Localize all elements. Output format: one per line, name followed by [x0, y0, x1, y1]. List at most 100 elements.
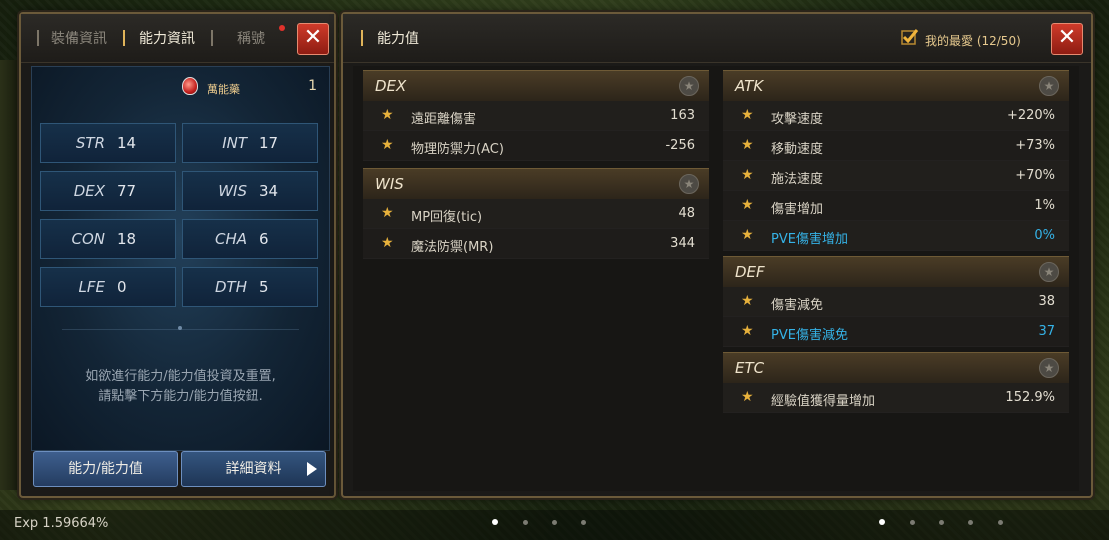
favorite-star-icon[interactable]: ★: [741, 227, 754, 243]
reset-hint: 如欲進行能力/能力值投資及重置, 請點擊下方能力/能力值按鈕.: [32, 367, 329, 407]
row-value: +70%: [1015, 168, 1055, 183]
favorites-checkbox-icon[interactable]: [901, 28, 919, 46]
row-value: 1%: [1034, 198, 1055, 213]
stat-value: 17: [259, 134, 279, 152]
row-value: 48: [678, 206, 695, 221]
group-title: ATK: [735, 77, 764, 95]
row-label: 傷害增加: [771, 202, 824, 217]
favorite-star-icon[interactable]: ★: [741, 389, 754, 405]
stat-row: ★ MP回復(tic) 48: [363, 199, 709, 229]
ability-info-panel: 裝備資訊 能力資訊 稱號 ✕ 萬能藥 1 STR 14 INT 17 DEX 7…: [19, 12, 336, 498]
row-label: 移動速度: [771, 142, 824, 157]
favorites-label[interactable]: 我的最愛 (12/50): [925, 32, 1021, 49]
stat-name: CON: [71, 230, 105, 248]
details-button[interactable]: 詳細資料: [181, 451, 326, 487]
favorite-star-icon[interactable]: ★: [1039, 262, 1059, 282]
stat-value: 0: [117, 278, 127, 296]
favorite-star-icon[interactable]: ★: [1039, 358, 1059, 378]
stat-name: LFE: [78, 278, 105, 296]
group-header: DEF ★: [723, 256, 1069, 287]
stat-con: CON 18: [40, 219, 176, 259]
stat-value: 6: [259, 230, 269, 248]
ability-points-button[interactable]: 能力/能力值: [33, 451, 178, 487]
favorite-star-icon[interactable]: ★: [741, 137, 754, 153]
row-value: 38: [1038, 294, 1055, 309]
favorite-star-icon[interactable]: ★: [741, 293, 754, 309]
side-edge: [0, 60, 18, 490]
favorite-star-icon[interactable]: ★: [381, 205, 394, 221]
group-title: WIS: [375, 175, 404, 193]
favorite-star-icon[interactable]: ★: [741, 323, 754, 339]
row-value: +220%: [1006, 108, 1055, 123]
group-dex: DEX ★ ★ 遠距離傷害 163 ★ 物理防禦力(AC) -256: [363, 70, 709, 161]
row-value: 152.9%: [1005, 390, 1055, 405]
favorite-star-icon[interactable]: ★: [679, 174, 699, 194]
tab-separator: [37, 30, 39, 46]
elixir-potion-icon: [182, 77, 198, 95]
tab-active-marker: [123, 30, 125, 46]
right-panel-header: 能力值 我的最愛 (12/50) ✕: [343, 14, 1091, 63]
row-label: MP回復(tic): [411, 210, 483, 225]
favorite-star-icon[interactable]: ★: [741, 197, 754, 213]
stat-row: ★ 物理防禦力(AC) -256: [363, 131, 709, 161]
page-indicator-dot: [581, 520, 586, 525]
ability-values-panel: 能力值 我的最愛 (12/50) ✕ DEX ★ ★ 遠距離傷害 163 ★ 物理防禦…: [341, 12, 1093, 498]
row-value: -256: [665, 138, 695, 153]
stat-dth: DTH 5: [182, 267, 318, 307]
stat-row: ★ 攻擊速度 +220%: [723, 101, 1069, 131]
tab-title[interactable]: 稱號: [237, 28, 265, 48]
group-wis: WIS ★ ★ MP回復(tic) 48 ★ 魔法防禦(MR) 344: [363, 168, 709, 259]
play-arrow-icon: [307, 462, 317, 476]
bottom-hud: Exp 1.59664%: [0, 510, 1109, 540]
elixir-label: 萬能藥: [207, 83, 240, 96]
favorite-star-icon[interactable]: ★: [741, 107, 754, 123]
tab-equipment-info[interactable]: 裝備資訊: [51, 28, 107, 48]
row-value: 344: [670, 236, 695, 251]
stat-str: STR 14: [40, 123, 176, 163]
details-button-label: 詳細資料: [225, 461, 282, 477]
stat-name: DTH: [215, 278, 247, 296]
stat-row: ★ 經驗值獲得量增加 152.9%: [723, 383, 1069, 413]
reset-hint-line2: 請點擊下方能力/能力值按鈕.: [98, 389, 263, 404]
stat-row: ★ 移動速度 +73%: [723, 131, 1069, 161]
favorite-star-icon[interactable]: ★: [1039, 76, 1059, 96]
stat-row: ★ 傷害增加 1%: [723, 191, 1069, 221]
stat-int: INT 17: [182, 123, 318, 163]
stats-content: DEX ★ ★ 遠距離傷害 163 ★ 物理防禦力(AC) -256 WIS ★ ★ MP…: [353, 66, 1079, 491]
page-indicator-dot: [998, 520, 1003, 525]
close-icon[interactable]: ✕: [297, 23, 329, 55]
group-atk: ATK ★ ★ 攻擊速度 +220% ★ 移動速度 +73% ★ 施法速度 +70% ★ 傷害…: [723, 70, 1069, 251]
stat-value: 5: [259, 278, 269, 296]
page-indicator-dot: [879, 519, 885, 525]
close-icon[interactable]: ✕: [1051, 23, 1083, 55]
row-label: 施法速度: [771, 172, 824, 187]
favorite-star-icon[interactable]: ★: [381, 137, 394, 153]
notification-dot: [279, 25, 285, 31]
panel-title: 能力值: [377, 31, 419, 47]
row-label: 傷害減免: [771, 298, 824, 313]
stat-row: ★ PVE傷害減免 37: [723, 317, 1069, 347]
elixir-row: 萬能藥 1: [32, 67, 329, 107]
stat-row: ★ 施法速度 +70%: [723, 161, 1069, 191]
favorite-star-icon[interactable]: ★: [381, 107, 394, 123]
favorite-star-icon[interactable]: ★: [741, 167, 754, 183]
tab-ability-info[interactable]: 能力資訊: [139, 28, 195, 48]
row-label: 經驗值獲得量增加: [771, 394, 876, 409]
group-title: DEX: [375, 77, 407, 95]
elixir-count: 1: [308, 78, 317, 94]
group-header: DEX ★: [363, 70, 709, 101]
stat-cha: CHA 6: [182, 219, 318, 259]
stat-row: ★ 遠距離傷害 163: [363, 101, 709, 131]
favorite-star-icon[interactable]: ★: [679, 76, 699, 96]
page-indicator-dot: [939, 520, 944, 525]
group-header: WIS ★: [363, 168, 709, 199]
row-label: PVE傷害減免: [771, 328, 848, 343]
stat-dex: DEX 77: [40, 171, 176, 211]
stat-value: 77: [117, 182, 137, 200]
stat-row: ★ 傷害減免 38: [723, 287, 1069, 317]
row-value: 163: [670, 108, 695, 123]
stat-name: DEX: [73, 182, 105, 200]
favorite-star-icon[interactable]: ★: [381, 235, 394, 251]
stat-name: INT: [222, 134, 247, 152]
stat-name: WIS: [218, 182, 247, 200]
